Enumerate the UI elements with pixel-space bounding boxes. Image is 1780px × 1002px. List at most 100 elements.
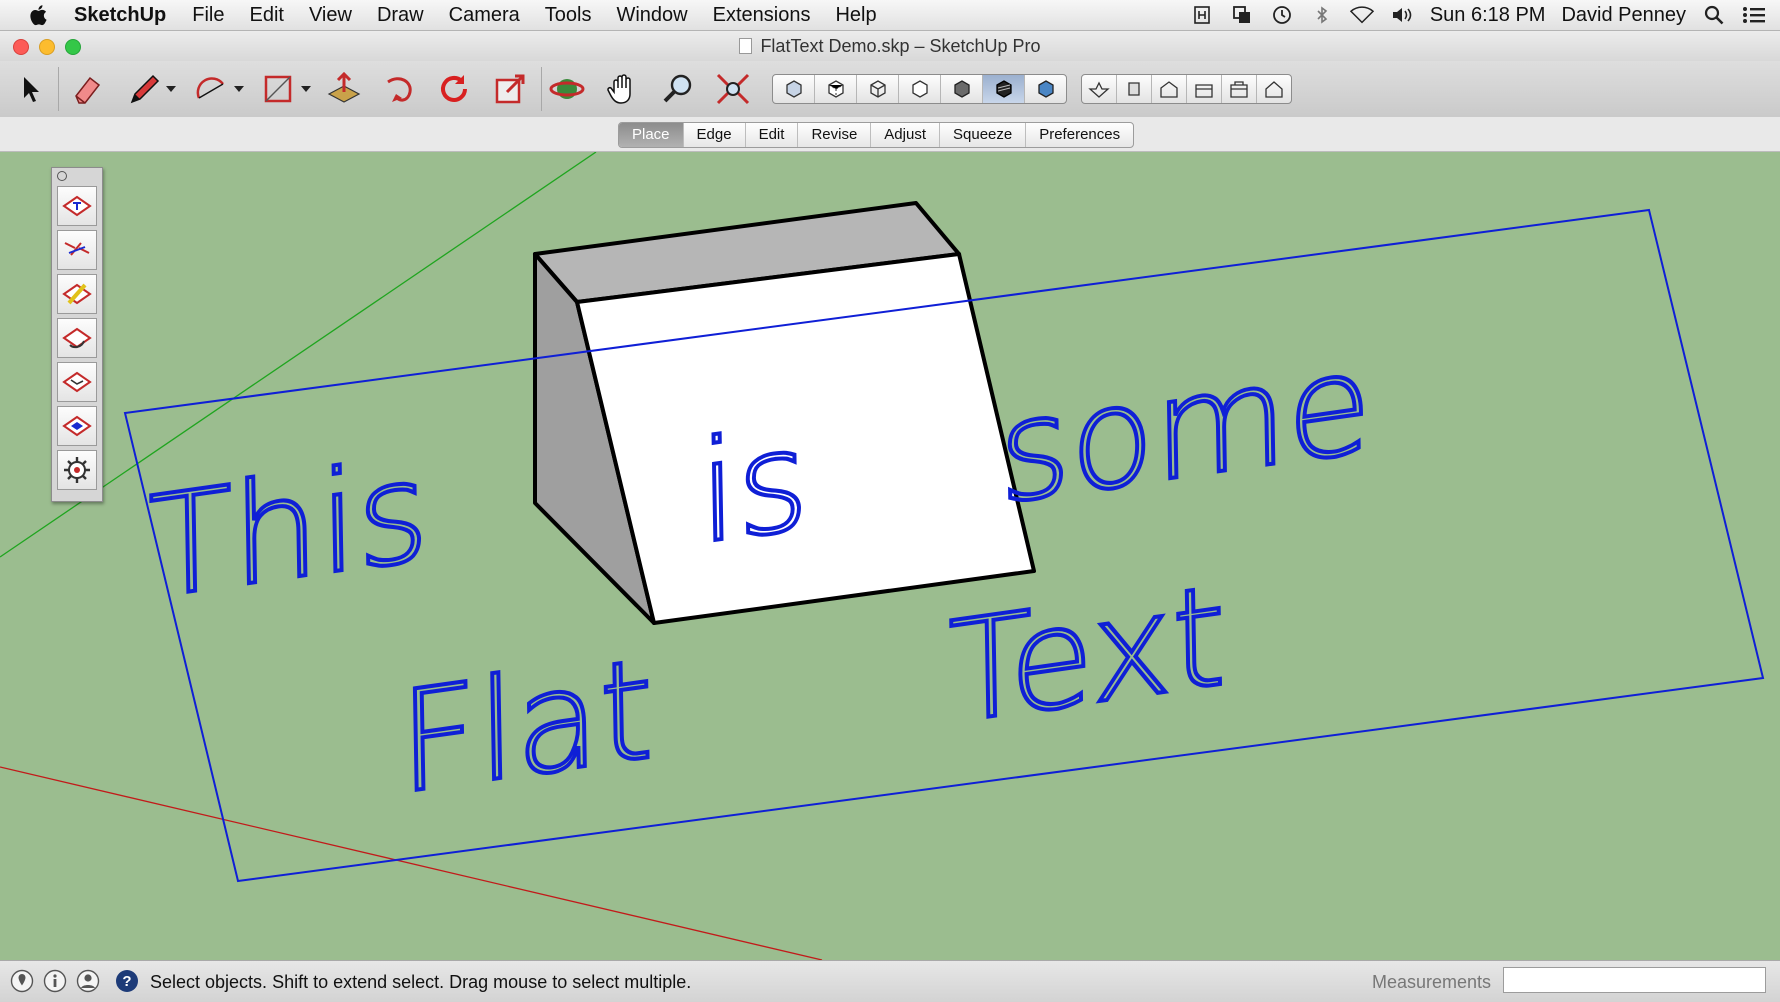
palette-squeeze-button[interactable] [57,406,97,446]
edge-text-icon [64,242,90,256]
apple-icon[interactable] [26,2,52,28]
palette-close-button[interactable] [57,171,67,181]
user-account-icon[interactable] [76,969,100,993]
menu-help[interactable]: Help [835,4,876,27]
preferences-gear-icon [64,457,90,483]
menu-edit[interactable]: Edit [249,4,283,27]
zoom-tool-button[interactable] [659,70,697,108]
menu-camera[interactable]: Camera [449,4,520,27]
xray-style-button[interactable] [773,75,815,103]
main-toolbar [0,61,1780,117]
menu-file[interactable]: File [192,4,224,27]
shaded-textures-style-button[interactable] [983,75,1025,103]
arc-dropdown-icon[interactable] [234,86,244,92]
palette-edge-button[interactable] [57,230,97,270]
follow-me-tool-button[interactable] [380,70,418,108]
tab-place[interactable]: Place [619,123,684,147]
monochrome-style-button[interactable] [1025,75,1066,103]
spotlight-search-icon[interactable] [1702,4,1726,26]
palette-revise-button[interactable] [57,318,97,358]
menubar-user[interactable]: David Penney [1561,4,1686,27]
model-viewport[interactable]: This is some Flat Text [0,152,1780,960]
tab-squeeze[interactable]: Squeeze [940,123,1027,147]
edit-text-icon [62,283,92,305]
left-view-button[interactable] [1257,75,1291,103]
hidden-line-style-button[interactable] [899,75,941,103]
tab-adjust[interactable]: Adjust [871,123,940,147]
window-zoom-button[interactable] [65,39,81,55]
window-title: FlatText Demo.skp – SketchUp Pro [760,36,1041,56]
tab-edit[interactable]: Edit [746,123,799,147]
pencil-dropdown-icon[interactable] [166,86,176,92]
zoom-icon [663,74,692,103]
window-overlap-icon[interactable] [1230,4,1254,26]
top-view-button[interactable] [1117,75,1152,103]
status-message: Select objects. Shift to extend select. … [150,972,692,992]
flattext-word-flat[interactable]: Flat [396,625,657,827]
select-icon [24,77,39,102]
geolocation-icon[interactable] [10,969,34,993]
iso-view-button[interactable] [1082,75,1117,103]
window-titlebar: FlatText Demo.skp – SketchUp Pro [0,31,1780,61]
flattext-word-is[interactable]: is [696,395,812,577]
menu-draw[interactable]: Draw [377,4,424,27]
menu-extensions[interactable]: Extensions [713,4,811,27]
right-view-button[interactable] [1187,75,1222,103]
menu-app-name[interactable]: SketchUp [74,4,166,27]
tab-revise[interactable]: Revise [798,123,872,147]
palette-edit-button[interactable] [57,274,97,314]
scale-tool-button[interactable] [491,70,529,108]
flattext-tabs: Place Edge Edit Revise Adjust Squeeze Pr… [618,122,1135,148]
menu-view[interactable]: View [309,4,352,27]
tab-preferences[interactable]: Preferences [1026,123,1133,147]
palette-preferences-button[interactable] [57,450,97,490]
orbit-tool-button[interactable] [548,70,586,108]
back-edges-style-button[interactable] [815,75,857,103]
select-tool-button[interactable] [12,70,50,108]
scripts-icon[interactable] [1190,4,1214,26]
pencil-tool-button[interactable] [126,70,164,108]
revise-text-icon [62,327,92,349]
flattext-tabbar: Place Edge Edit Revise Adjust Squeeze Pr… [0,117,1780,152]
wifi-icon[interactable] [1349,4,1374,26]
arc-tool-button[interactable] [192,70,230,108]
front-view-button[interactable] [1152,75,1187,103]
volume-icon[interactable] [1390,4,1414,26]
tab-edge[interactable]: Edge [684,123,746,147]
place-text-icon [62,195,92,217]
flattext-word-this[interactable]: This [146,426,432,632]
flattext-word-text[interactable]: Text [946,552,1229,757]
help-icon[interactable]: ? [115,969,139,993]
window-minimize-button[interactable] [39,39,55,55]
flattext-word-some[interactable]: some [996,318,1375,537]
shaded-style-button[interactable] [941,75,983,103]
monochrome-icon [1037,80,1054,98]
document-proxy-icon[interactable] [739,38,753,54]
menu-window[interactable]: Window [616,4,687,27]
notification-center-icon[interactable] [1742,4,1766,26]
push-pull-tool-button[interactable] [325,70,363,108]
menubar-clock[interactable]: Sun 6:18 PM [1430,4,1546,27]
left-view-icon [1265,81,1283,98]
rectangle-tool-button[interactable] [259,70,297,108]
pan-tool-button[interactable] [604,70,642,108]
scene-canvas[interactable]: This is some Flat Text [0,152,1780,960]
measurements-input[interactable] [1503,967,1766,993]
eraser-icon [75,76,101,104]
rectangle-dropdown-icon[interactable] [301,86,311,92]
credits-info-icon[interactable] [43,969,67,993]
wireframe-style-button[interactable] [857,75,899,103]
eraser-tool-button[interactable] [68,70,106,108]
window-close-button[interactable] [13,39,29,55]
time-machine-icon[interactable] [1270,4,1294,26]
palette-adjust-button[interactable] [57,362,97,402]
right-view-icon [1195,84,1213,98]
rotate-icon [441,75,467,102]
menu-tools[interactable]: Tools [545,4,592,27]
bluetooth-icon[interactable] [1310,4,1334,26]
rotate-tool-button[interactable] [435,70,473,108]
zoom-extents-tool-button[interactable] [714,70,752,108]
palette-place-button[interactable] [57,186,97,226]
svg-text:?: ? [122,973,131,990]
back-view-button[interactable] [1222,75,1257,103]
